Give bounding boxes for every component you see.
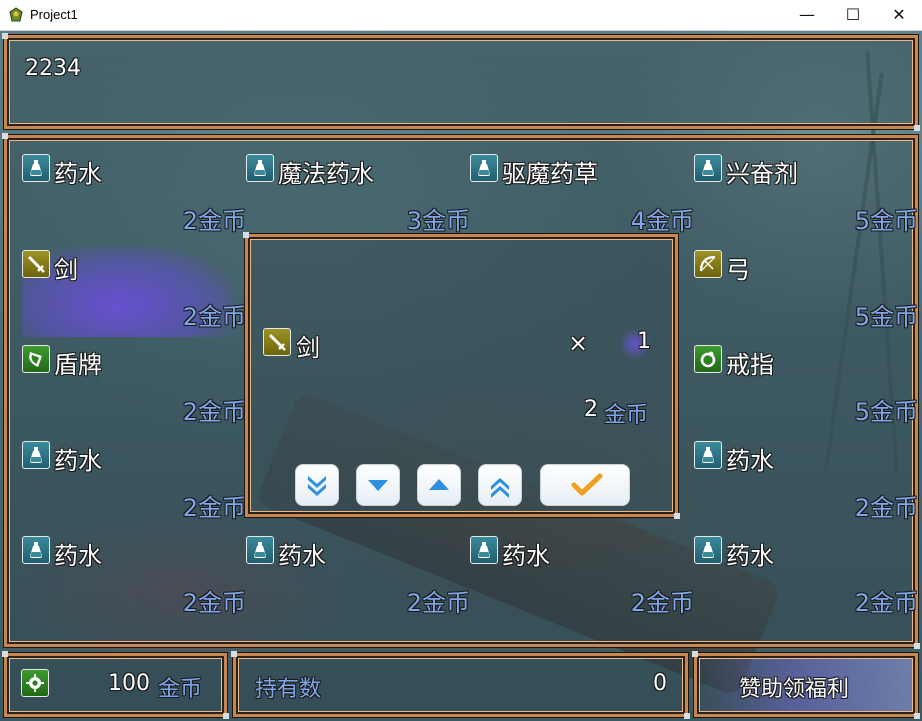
item-price: 3金币 (406, 207, 470, 235)
item-price: 2金币 (182, 494, 246, 522)
item-name: 剑 (54, 256, 78, 284)
sponsor-label: 赞助领福利 (739, 677, 850, 702)
maximize-button[interactable]: ☐ (830, 0, 876, 30)
item-name: 魔法药水 (278, 160, 374, 188)
total-amount: 2 (584, 397, 598, 422)
list-item[interactable]: 药水 2金币 (470, 533, 694, 623)
dialog-item-name: 剑 (296, 334, 320, 362)
app-icon (9, 7, 23, 22)
quantity-down-10-button[interactable] (295, 464, 339, 506)
item-name: 盾牌 (54, 351, 102, 379)
item-name: 药水 (726, 447, 774, 475)
item-name: 戒指 (726, 351, 774, 379)
list-item[interactable]: 盾牌 2金币 (22, 342, 246, 432)
quantity-up-10-button[interactable] (478, 464, 522, 506)
triangle-up-icon (429, 479, 449, 490)
list-item[interactable]: 魔法药水 3金币 (246, 151, 470, 241)
possession-window: 持有数 0 (231, 651, 690, 719)
sword-icon (22, 250, 50, 278)
item-price: 5金币 (854, 303, 918, 331)
item-price: 5金币 (854, 207, 918, 235)
gold-amount: 100 (108, 671, 150, 696)
shield-icon (22, 345, 50, 373)
item-price: 2金币 (630, 589, 694, 617)
potion-icon (22, 536, 50, 564)
potion-icon (470, 154, 498, 182)
help-text: 2234 (25, 56, 81, 81)
help-window: 2234 (2, 33, 920, 131)
bow-icon (694, 250, 722, 278)
confirm-button[interactable] (540, 464, 630, 506)
gear-icon (21, 669, 49, 697)
item-name: 弓 (726, 256, 750, 284)
item-price: 5金币 (854, 398, 918, 426)
window-titlebar: Project1 — ☐ ✕ (0, 0, 922, 31)
list-item[interactable]: 药水 2金币 (246, 533, 470, 623)
window-title: Project1 (30, 7, 78, 22)
gold-window: 100 金币 (2, 651, 229, 719)
item-price: 2金币 (182, 207, 246, 235)
list-item[interactable]: 药水 2金币 (694, 533, 918, 623)
quantity-up-1-button[interactable] (417, 464, 461, 506)
quantity-value[interactable]: 1 (637, 329, 651, 354)
close-button[interactable]: ✕ (876, 0, 922, 30)
list-item[interactable]: 弓 5金币 (694, 247, 918, 337)
item-price: 2金币 (182, 398, 246, 426)
list-item[interactable]: 戒指 5金币 (694, 342, 918, 432)
item-name: 药水 (278, 542, 326, 570)
potion-icon (246, 154, 274, 182)
list-item-selected[interactable]: 剑 2金币 (22, 247, 246, 337)
quantity-down-1-button[interactable] (356, 464, 400, 506)
item-price: 2金币 (182, 589, 246, 617)
potion-icon (470, 536, 498, 564)
item-name: 药水 (726, 542, 774, 570)
possession-label: 持有数 (255, 677, 322, 702)
sword-icon (263, 328, 291, 356)
list-item[interactable]: 药水 2金币 (22, 533, 246, 623)
item-name: 驱魔药草 (502, 160, 598, 188)
item-name: 药水 (54, 542, 102, 570)
item-price: 2金币 (182, 303, 246, 331)
list-item[interactable]: 药水 2金币 (22, 438, 246, 528)
list-item[interactable]: 药水 2金币 (22, 151, 246, 241)
list-item[interactable]: 药水 2金币 (694, 438, 918, 528)
item-price: 4金币 (630, 207, 694, 235)
ring-icon (694, 345, 722, 373)
item-name: 药水 (54, 447, 102, 475)
item-price: 2金币 (854, 494, 918, 522)
item-name: 药水 (502, 542, 550, 570)
potion-icon (22, 154, 50, 182)
quantity-dialog: 剑 × 1 2 金币 (243, 232, 680, 519)
triangle-down-icon (368, 480, 388, 491)
item-price: 2金币 (854, 589, 918, 617)
item-price: 2金币 (406, 589, 470, 617)
item-name: 药水 (54, 160, 102, 188)
potion-icon (694, 536, 722, 564)
gold-unit: 金币 (158, 677, 203, 702)
potion-icon (22, 441, 50, 469)
total-unit: 金币 (604, 403, 649, 428)
potion-icon (246, 536, 274, 564)
potion-icon (694, 154, 722, 182)
checkmark-icon (571, 473, 603, 496)
game-screen: 2234 药水 2金币 魔法药水 3金币 驱魔药草 4金币 兴奋剂 5金币 剑 … (0, 31, 922, 721)
double-chevron-down-icon (308, 476, 326, 496)
minimize-button[interactable]: — (784, 0, 830, 30)
double-chevron-up-icon (491, 478, 509, 498)
potion-icon (694, 441, 722, 469)
times-sign: × (568, 329, 589, 357)
item-name: 兴奋剂 (726, 160, 798, 188)
list-item[interactable]: 驱魔药草 4金币 (470, 151, 694, 241)
list-item[interactable]: 兴奋剂 5金币 (694, 151, 918, 241)
possession-value: 0 (653, 671, 667, 696)
sponsor-button[interactable]: 赞助领福利 (692, 651, 920, 719)
